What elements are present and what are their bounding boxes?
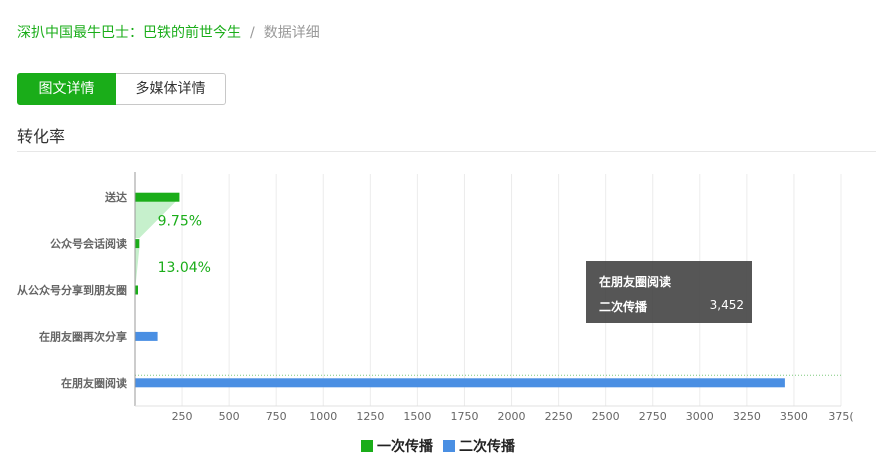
breadcrumb-current: 数据详细	[263, 25, 320, 41]
legend-item-series2[interactable]: 二次传播	[443, 436, 515, 456]
chart-legend: 一次传播 二次传播	[0, 436, 876, 456]
x-tick-label-8: 2250	[545, 410, 573, 423]
legend-swatch-series2	[443, 440, 455, 452]
x-tick-label-10: 2750	[639, 410, 667, 423]
tab-media-details[interactable]: 多媒体详情	[116, 73, 226, 105]
category-label-0: 送达	[104, 190, 127, 204]
x-tick-label-0: 250	[172, 410, 193, 423]
category-label-1: 公众号会话阅读	[50, 237, 127, 251]
x-tick-label-14: 375(	[828, 410, 853, 423]
section-divider	[17, 151, 876, 152]
legend-item-series1[interactable]: 一次传播	[361, 436, 433, 456]
detail-tabs: 图文详情 多媒体详情	[17, 73, 226, 105]
category-label-3: 在朋友圈再次分享	[39, 329, 127, 343]
x-tick-label-5: 1500	[403, 410, 431, 423]
chart-tooltip: 在朋友圈阅读 二次传播 3,452	[586, 261, 752, 323]
x-tick-label-13: 3500	[780, 410, 808, 423]
bar-series1-1	[135, 239, 140, 249]
category-label-2: 从公众号分享到朋友圈	[17, 283, 127, 297]
legend-label-series2: 二次传播	[459, 439, 515, 455]
breadcrumb-separator: /	[250, 25, 255, 41]
funnel-area-1	[135, 248, 140, 286]
bar-series2-3	[135, 331, 158, 341]
x-tick-label-3: 1000	[309, 410, 337, 423]
x-tick-label-7: 2000	[498, 410, 526, 423]
tooltip-title: 在朋友圈阅读	[599, 275, 672, 289]
x-tick-label-1: 500	[219, 410, 240, 423]
x-tick-label-6: 1750	[450, 410, 478, 423]
breadcrumb: 深扒中国最牛巴士：巴铁的前世今生 / 数据详细	[17, 22, 320, 42]
tooltip-row: 二次传播 3,452	[599, 298, 744, 315]
legend-swatch-series1	[361, 440, 373, 452]
x-tick-label-9: 2500	[592, 410, 620, 423]
bar-series2-4	[135, 378, 785, 388]
x-tick-label-12: 3250	[733, 410, 761, 423]
conversion-rate-1: 13.04%	[158, 260, 211, 276]
legend-label-series1: 一次传播	[377, 439, 433, 455]
tooltip-value: 3,452	[709, 298, 744, 312]
conversion-rate-0: 9.75%	[158, 213, 202, 229]
x-tick-label-2: 750	[266, 410, 287, 423]
tooltip-series-name: 二次传播	[599, 300, 648, 314]
x-tick-label-4: 1250	[356, 410, 384, 423]
category-label-4: 在朋友圈阅读	[61, 376, 127, 390]
section-title: 转化率	[17, 127, 66, 146]
x-tick-label-11: 3000	[686, 410, 714, 423]
breadcrumb-article-link[interactable]: 深扒中国最牛巴士：巴铁的前世今生	[17, 25, 241, 41]
bar-series1-0	[135, 192, 180, 202]
tab-article-details[interactable]: 图文详情	[17, 73, 116, 105]
